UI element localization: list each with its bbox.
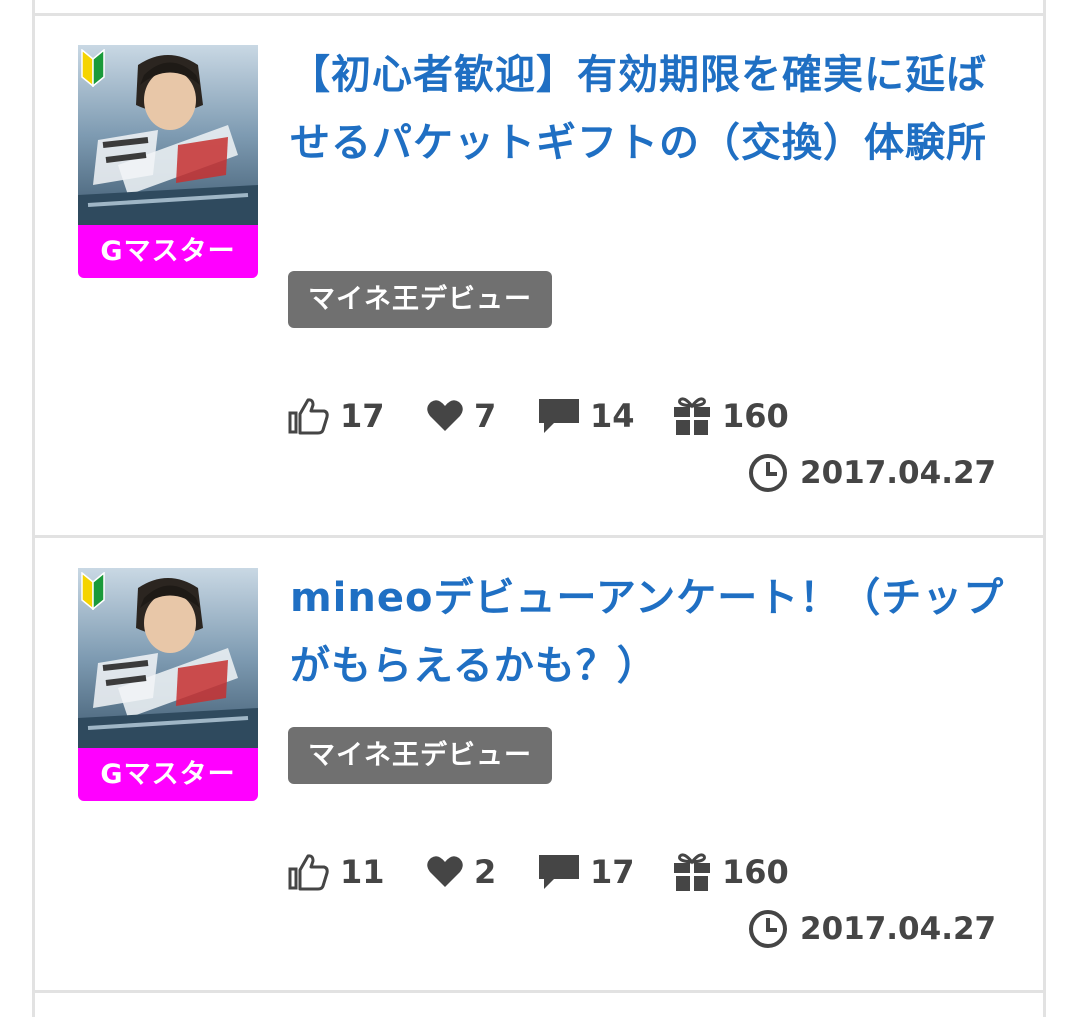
- gift-count: 160: [722, 853, 789, 891]
- rank-badge: Gマスター: [78, 748, 258, 801]
- post-date: 2017.04.27: [748, 907, 996, 951]
- post-date: 2017.04.27: [748, 451, 996, 495]
- gift-icon: [674, 397, 710, 435]
- post-stats: 17 7 14 160: [288, 393, 848, 439]
- post-title-link[interactable]: 【初心者歓迎】有効期限を確実に延ばせるパケットギフトの（交換）体験所: [290, 41, 990, 177]
- post-stats: 11 2 17 160: [288, 849, 848, 895]
- like-stat[interactable]: 17: [288, 393, 385, 439]
- comment-icon: [539, 399, 579, 433]
- gift-stat[interactable]: 160: [672, 849, 789, 895]
- divider: [32, 13, 1046, 16]
- author-avatar[interactable]: Gマスター: [78, 568, 258, 801]
- heart-stat[interactable]: 7: [426, 393, 496, 439]
- comment-icon: [539, 855, 579, 889]
- gift-icon: [674, 853, 710, 891]
- divider: [32, 535, 1046, 538]
- like-count: 17: [340, 397, 385, 435]
- clock-icon: [749, 454, 787, 492]
- divider: [32, 990, 1046, 993]
- rank-badge: Gマスター: [78, 225, 258, 278]
- beginner-mark-icon: [81, 49, 105, 87]
- heart-icon: [427, 400, 463, 431]
- heart-count: 7: [474, 397, 497, 435]
- like-stat[interactable]: 11: [288, 849, 385, 895]
- thumbs-up-icon: [288, 854, 329, 891]
- gift-count: 160: [722, 397, 789, 435]
- avatar-image: [78, 568, 258, 748]
- heart-icon: [427, 856, 463, 887]
- category-tag[interactable]: マイネ王デビュー: [288, 271, 552, 328]
- author-avatar[interactable]: Gマスター: [78, 45, 258, 278]
- gift-stat[interactable]: 160: [672, 393, 789, 439]
- comment-stat[interactable]: 14: [538, 393, 635, 439]
- post-title-link[interactable]: mineoデビューアンケート！（チップがもらえるかも？）: [290, 564, 1010, 700]
- like-count: 11: [340, 853, 385, 891]
- heart-count: 2: [474, 853, 497, 891]
- thumbs-up-icon: [288, 398, 329, 435]
- date-text: 2017.04.27: [800, 911, 997, 947]
- beginner-mark-icon: [81, 572, 105, 610]
- clock-icon: [749, 910, 787, 948]
- date-text: 2017.04.27: [800, 455, 997, 491]
- avatar-image: [78, 45, 258, 225]
- category-tag[interactable]: マイネ王デビュー: [288, 727, 552, 784]
- comment-count: 14: [590, 397, 635, 435]
- heart-stat[interactable]: 2: [426, 849, 496, 895]
- comment-count: 17: [590, 853, 635, 891]
- comment-stat[interactable]: 17: [538, 849, 635, 895]
